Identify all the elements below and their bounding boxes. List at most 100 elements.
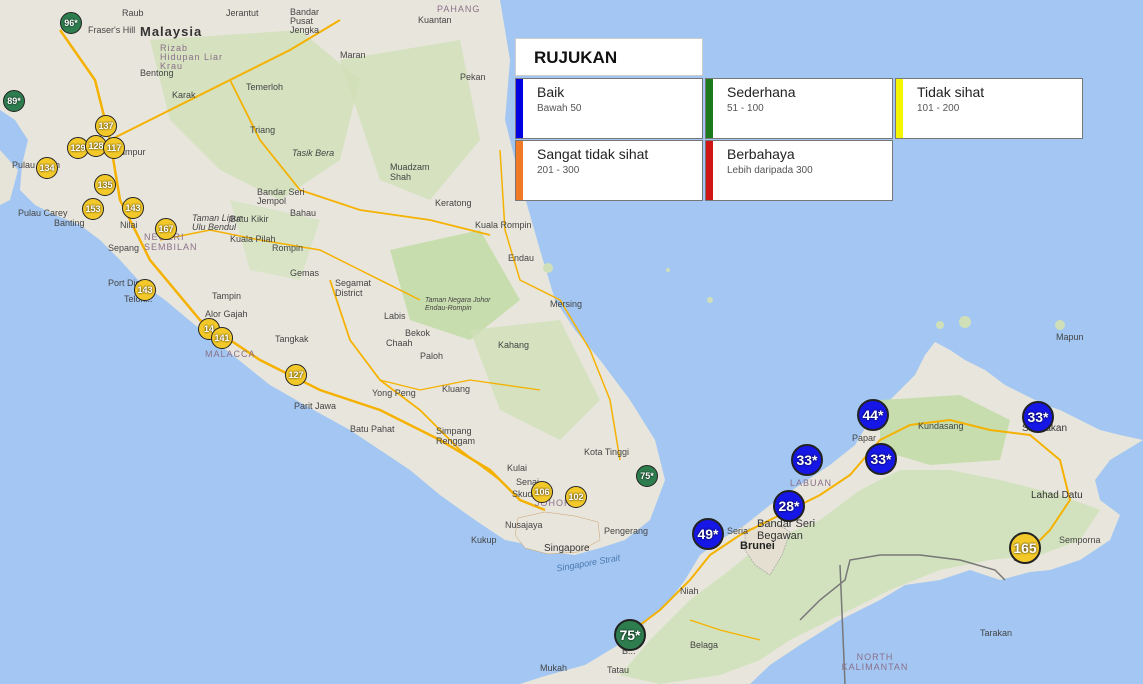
place-tangkak: Tangkak (275, 334, 309, 344)
place-karak: Karak (172, 90, 196, 100)
legend-item-name: Sederhana (727, 84, 796, 100)
place-paloh: Paloh (420, 351, 444, 361)
place-kulai: Kulai (507, 463, 528, 473)
place-singapore: Singapore (544, 543, 590, 554)
place-labis: Labis (384, 311, 406, 321)
place-yong-peng: Yong Peng (372, 388, 416, 398)
place-kundasang: Kundasang (918, 421, 964, 431)
place-taman-negara: Taman Negara Johor Endau-Rompin (425, 297, 491, 312)
legend-item-tidak-sihat: Tidak sihat 101 - 200 (895, 78, 1083, 139)
place-pulau-carey: Pulau Carey (18, 208, 68, 218)
place-bentong: Bentong (140, 68, 174, 78)
aqi-marker[interactable]: 165 (1009, 532, 1041, 564)
aqi-marker[interactable]: 134 (36, 157, 58, 179)
place-north-kalimantan: NORTH KALIMANTAN (841, 652, 909, 672)
legend-item-name: Berbahaya (727, 146, 795, 162)
place-endau: Endau (508, 253, 535, 263)
aqi-marker[interactable]: 135 (94, 174, 116, 196)
place-kukup: Kukup (471, 535, 497, 545)
aqi-marker[interactable]: 143 (122, 197, 144, 219)
place-jerantut: Jerantut (226, 8, 259, 18)
legend-color-swatch (896, 79, 903, 138)
place-kuala-pilah: Kuala Pilah (230, 234, 276, 244)
place-keratong: Keratong (435, 198, 472, 208)
place-triang: Triang (250, 125, 276, 135)
aqi-marker[interactable]: 127 (285, 364, 307, 386)
place-nusajaya: Nusajaya (505, 520, 543, 530)
place-malaysia: Malaysia (140, 24, 203, 39)
place-tarakan: Tarakan (980, 628, 1013, 638)
aqi-marker[interactable]: 33* (1022, 401, 1054, 433)
aqi-marker[interactable]: 33* (865, 443, 897, 475)
place-gemas: Gemas (290, 268, 320, 278)
aqi-marker[interactable]: 102 (565, 486, 587, 508)
legend-color-swatch (516, 141, 523, 200)
place-mapun: Mapun (1056, 332, 1084, 342)
aqi-marker[interactable]: 137 (95, 115, 117, 137)
place-pekan: Pekan (460, 72, 486, 82)
aqi-marker[interactable]: 143 (134, 279, 156, 301)
legend-item-sangat-tidak-sihat: Sangat tidak sihat 201 - 300 (515, 140, 703, 201)
legend-color-swatch (516, 79, 523, 138)
legend-item-name: Tidak sihat (917, 84, 985, 100)
aqi-marker[interactable]: 75* (636, 465, 658, 487)
place-bandar-pusat: Bandar Pusat Jengka (290, 7, 320, 35)
place-batu-kikir: Batu Kikir (230, 214, 269, 224)
aqi-marker[interactable]: 106 (531, 481, 553, 503)
legend-color-swatch (706, 141, 713, 200)
place-lahad-datu: Lahad Datu (1031, 490, 1083, 501)
legend-item-baik: Baik Bawah 50 (515, 78, 703, 139)
aqi-marker[interactable]: 153 (82, 198, 104, 220)
place-jempol: Bandar Seri Jempol (257, 187, 305, 206)
place-malacca: MALACCA (205, 349, 256, 359)
legend-item-sederhana: Sederhana 51 - 100 (705, 78, 893, 139)
aqi-marker[interactable]: 33* (791, 444, 823, 476)
place-kota-tinggi: Kota Tinggi (584, 447, 630, 457)
place-segamat: Segamat District (335, 278, 372, 298)
place-raub: Raub (122, 8, 144, 18)
map[interactable]: Malaysia Rizab Hidupan Liar Krau Raub Fr… (0, 0, 1143, 684)
aqi-marker[interactable]: 44* (857, 399, 889, 431)
legend-item-range: 51 - 100 (727, 103, 764, 114)
place-sepang: Sepang (108, 243, 140, 253)
aqi-marker[interactable]: 117 (103, 137, 125, 159)
legend-color-swatch (706, 79, 713, 138)
place-parit-jawa: Parit Jawa (294, 401, 337, 411)
aqi-marker[interactable]: 75* (614, 619, 646, 651)
place-belaga: Belaga (690, 640, 719, 650)
aqi-marker[interactable]: 167 (155, 218, 177, 240)
place-maran: Maran (340, 50, 366, 60)
aqi-marker[interactable]: 49* (692, 518, 724, 550)
place-niah: Niah (680, 586, 699, 596)
legend-item-range: 201 - 300 (537, 165, 580, 176)
legend-title: RUJUKAN (534, 48, 618, 67)
place-mersing: Mersing (550, 299, 583, 309)
place-papar: Papar (852, 433, 877, 443)
place-tasik-bera: Tasik Bera (292, 148, 335, 158)
place-banting: Banting (54, 218, 85, 228)
legend-title-box: RUJUKAN (515, 38, 703, 76)
legend-item-name: Sangat tidak sihat (537, 146, 649, 162)
place-temerloh: Temerloh (246, 82, 284, 92)
place-pengerang: Pengerang (604, 526, 649, 536)
place-batu-pahat: Batu Pahat (350, 424, 395, 434)
place-nilai: Nilai (120, 220, 138, 230)
place-kuantan: Kuantan (418, 15, 452, 25)
legend-item-berbahaya: Berbahaya Lebih daripada 300 (705, 140, 893, 201)
place-fraser: Fraser's Hill (88, 25, 136, 35)
aqi-marker[interactable]: 28* (773, 490, 805, 522)
legend-item-range: 101 - 200 (917, 103, 960, 114)
place-kluang: Kluang (442, 384, 471, 394)
place-chaah: Chaah (386, 338, 413, 348)
place-tampin: Tampin (212, 291, 242, 301)
place-rizab: Rizab Hidupan Liar Krau (160, 43, 224, 71)
place-bekok: Bekok (405, 328, 431, 338)
legend-item-name: Baik (537, 84, 565, 100)
place-pahang: PAHANG (437, 4, 481, 14)
place-semporna: Semporna (1059, 535, 1101, 545)
place-labuan: LABUAN (790, 478, 833, 488)
aqi-marker[interactable]: 96* (60, 12, 82, 34)
place-mukah: Mukah (540, 663, 568, 673)
aqi-marker[interactable]: 141 (211, 327, 233, 349)
aqi-marker[interactable]: 89* (3, 90, 25, 112)
